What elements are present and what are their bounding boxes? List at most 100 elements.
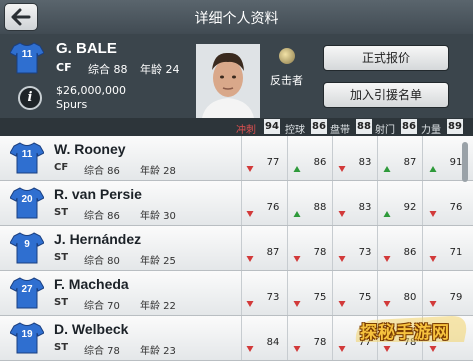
shirt-icon: 9 bbox=[9, 232, 45, 264]
formal-offer-button[interactable]: 正式报价 bbox=[323, 45, 449, 71]
shirt-icon: 19 bbox=[9, 322, 45, 354]
watermark-text: 探秘手游网 bbox=[360, 323, 450, 343]
player-age: 年龄 25 bbox=[140, 256, 176, 267]
profile-value: $26,000,000 bbox=[56, 84, 126, 97]
column-divider bbox=[287, 316, 288, 360]
arrow-up-icon bbox=[293, 158, 301, 172]
pace-stat: 77 bbox=[266, 157, 280, 168]
column-divider bbox=[241, 136, 242, 180]
power-value: 89 bbox=[447, 119, 463, 134]
column-divider bbox=[332, 226, 333, 270]
player-rating: 综合 78 bbox=[84, 346, 120, 357]
shoot-stat: 86 bbox=[403, 247, 417, 258]
player-name: J. Hernández bbox=[54, 231, 142, 247]
arrow-down-icon bbox=[246, 203, 254, 217]
shoot-value: 86 bbox=[401, 119, 417, 134]
pace-stat: 73 bbox=[266, 292, 280, 303]
arrow-down-icon bbox=[429, 203, 437, 217]
column-divider bbox=[422, 181, 423, 225]
arrow-up-icon bbox=[383, 203, 391, 217]
arrow-down-icon bbox=[429, 248, 437, 262]
player-row[interactable]: 27 F. Macheda ST 综合 70 年龄 22 73 75 75 80 79 bbox=[0, 271, 473, 316]
arrow-down-icon bbox=[338, 203, 346, 217]
player-row[interactable]: 9 J. Hernández ST 综合 80 年龄 25 87 78 73 86 71 bbox=[0, 226, 473, 271]
column-divider bbox=[287, 226, 288, 270]
control-stat: 78 bbox=[313, 337, 327, 348]
column-divider bbox=[422, 136, 423, 180]
player-rating: 综合 86 bbox=[84, 211, 120, 222]
control-label: 控球 bbox=[285, 125, 305, 136]
column-divider bbox=[377, 181, 378, 225]
player-name: W. Rooney bbox=[54, 141, 126, 157]
player-age: 年龄 23 bbox=[140, 346, 176, 357]
profile-club: Spurs bbox=[56, 98, 88, 111]
page-title: 详细个人资料 bbox=[194, 11, 279, 27]
column-divider bbox=[422, 226, 423, 270]
arrow-down-icon bbox=[293, 293, 301, 307]
pace-value: 94 bbox=[264, 119, 280, 134]
arrow-down-icon bbox=[246, 293, 254, 307]
control-value: 86 bbox=[311, 119, 327, 134]
player-name: F. Macheda bbox=[54, 276, 129, 292]
control-stat: 86 bbox=[313, 157, 327, 168]
arrow-down-icon bbox=[293, 338, 301, 352]
column-divider bbox=[377, 136, 378, 180]
dribble-stat: 75 bbox=[358, 292, 372, 303]
top-bar: 详细个人资料 bbox=[0, 0, 473, 34]
shirt-icon: 27 bbox=[9, 277, 45, 309]
power-stat: 79 bbox=[449, 292, 463, 303]
shirt-icon: 11 bbox=[9, 42, 45, 74]
shoot-stat: 92 bbox=[403, 202, 417, 213]
player-position: ST bbox=[54, 207, 69, 218]
power-stat: 76 bbox=[449, 202, 463, 213]
dribble-stat: 83 bbox=[358, 202, 372, 213]
column-divider bbox=[241, 271, 242, 315]
power-label: 力量 bbox=[421, 125, 441, 136]
player-row[interactable]: 11 W. Rooney CF 综合 86 年龄 28 77 86 83 87 91 bbox=[0, 136, 473, 181]
shirt-number: 27 bbox=[21, 284, 33, 295]
shirt-icon: 11 bbox=[9, 142, 45, 174]
profile-age: 年龄 24 bbox=[140, 63, 180, 76]
pace-stat: 76 bbox=[266, 202, 280, 213]
shirt-number: 20 bbox=[21, 194, 33, 205]
shirt-number: 19 bbox=[21, 329, 33, 340]
player-age: 年龄 22 bbox=[140, 301, 176, 312]
arrow-down-icon bbox=[246, 338, 254, 352]
stats-header: 冲刺 94 控球 86 盘带 88 射门 86 力量 89 bbox=[0, 118, 473, 136]
arrow-up-icon bbox=[293, 203, 301, 217]
pace-stat: 84 bbox=[266, 337, 280, 348]
arrow-down-icon bbox=[338, 158, 346, 172]
info-icon[interactable]: i bbox=[18, 86, 42, 110]
arrow-down-icon bbox=[383, 248, 391, 262]
player-position: ST bbox=[54, 297, 69, 308]
shoot-stat: 80 bbox=[403, 292, 417, 303]
player-rating: 综合 86 bbox=[84, 166, 120, 177]
counter-attacker-icon bbox=[279, 48, 295, 64]
pace-label: 冲刺 bbox=[236, 125, 256, 136]
column-divider bbox=[377, 226, 378, 270]
dribble-stat: 73 bbox=[358, 247, 372, 258]
scrollbar[interactable] bbox=[462, 142, 468, 182]
dribble-label: 盘带 bbox=[330, 125, 350, 136]
arrow-down-icon bbox=[293, 248, 301, 262]
profile-shirt-number: 11 bbox=[21, 49, 33, 60]
column-divider bbox=[332, 181, 333, 225]
column-divider bbox=[241, 181, 242, 225]
player-position: ST bbox=[54, 252, 69, 263]
player-row[interactable]: 20 R. van Persie ST 综合 86 年龄 30 76 88 83 92 76 bbox=[0, 181, 473, 226]
profile-position: CF bbox=[56, 61, 72, 74]
arrow-down-icon bbox=[338, 248, 346, 262]
arrow-down-icon bbox=[246, 248, 254, 262]
arrow-down-icon bbox=[429, 293, 437, 307]
shirt-number: 9 bbox=[24, 239, 30, 250]
arrow-down-icon bbox=[338, 293, 346, 307]
add-to-shortlist-button[interactable]: 加入引援名单 bbox=[323, 82, 449, 108]
arrow-up-icon bbox=[429, 158, 437, 172]
skill-label: 反击者 bbox=[270, 74, 303, 87]
power-stat: 71 bbox=[449, 247, 463, 258]
profile-rating: 综合 88 bbox=[88, 63, 128, 76]
player-rating: 综合 70 bbox=[84, 301, 120, 312]
player-rating: 综合 80 bbox=[84, 256, 120, 267]
player-portrait bbox=[196, 44, 260, 118]
arrow-down-icon bbox=[246, 158, 254, 172]
